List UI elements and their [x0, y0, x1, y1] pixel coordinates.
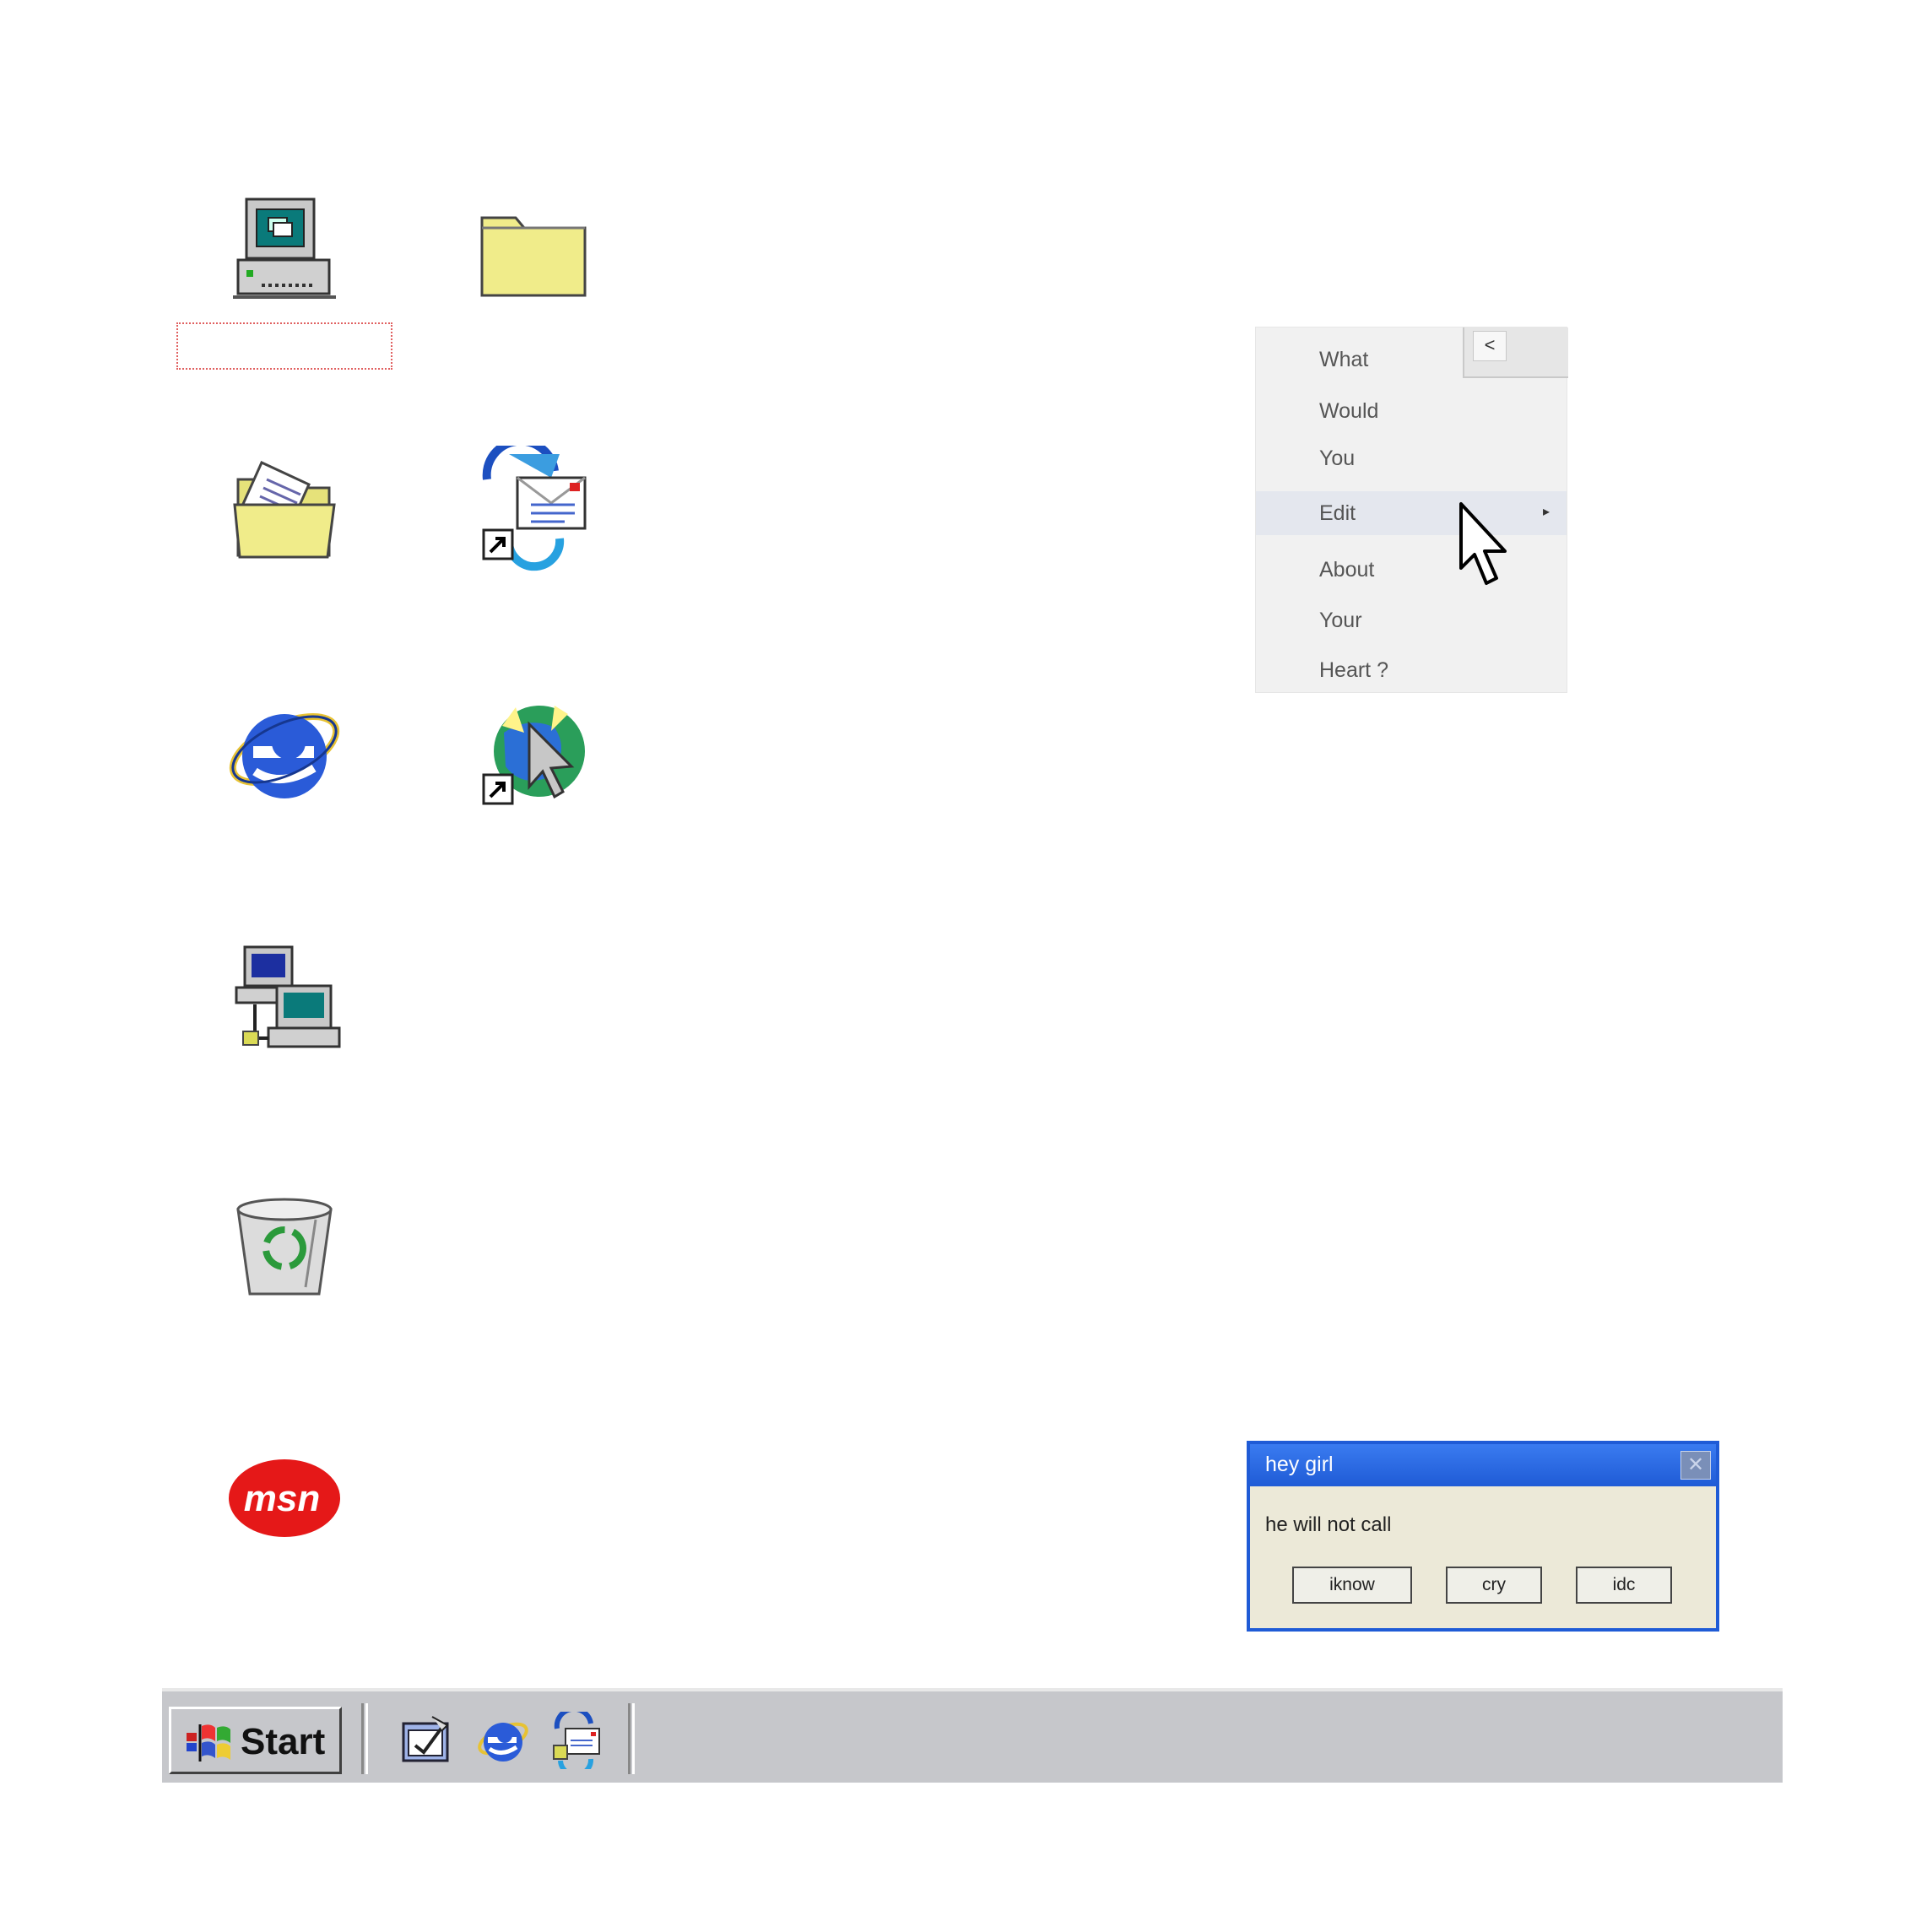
msn-icon[interactable]: msn	[221, 1435, 348, 1561]
menu-item-your[interactable]: Your	[1256, 598, 1567, 642]
menu-item-label: About	[1319, 558, 1375, 582]
menu-item-heart[interactable]: Heart ?	[1256, 648, 1567, 692]
taskbar-divider	[361, 1703, 368, 1774]
idc-button[interactable]: idc	[1576, 1567, 1672, 1604]
my-documents-icon[interactable]	[221, 446, 348, 572]
dialog-title: hey girl	[1265, 1453, 1334, 1476]
cry-button[interactable]: cry	[1446, 1567, 1542, 1604]
my-computer-icon[interactable]	[221, 192, 348, 319]
menu-item-you[interactable]: You	[1256, 436, 1567, 480]
selected-icon-label-outline	[176, 322, 392, 370]
iknow-button[interactable]: iknow	[1292, 1567, 1412, 1604]
svg-text:msn: msn	[244, 1478, 320, 1519]
mouse-cursor-icon	[1458, 501, 1508, 593]
internet-explorer-icon[interactable]	[474, 1712, 532, 1769]
menu-item-label: You	[1319, 446, 1356, 470]
menu-item-label: Your	[1319, 609, 1362, 632]
outlook-express-icon[interactable]	[549, 1712, 606, 1769]
menu-item-label: Edit	[1319, 501, 1356, 525]
menu-item-about[interactable]: About	[1256, 548, 1567, 592]
windows-logo-icon	[187, 1724, 230, 1762]
folder-icon[interactable]	[470, 192, 597, 319]
connect-to-internet-shortcut-icon[interactable]	[470, 690, 597, 817]
recycle-bin-icon[interactable]	[221, 1186, 348, 1312]
submenu-arrow-icon: ▸	[1543, 505, 1550, 519]
menu-item-label: Would	[1319, 399, 1379, 423]
network-neighborhood-icon[interactable]	[221, 939, 348, 1065]
start-button[interactable]: Start	[169, 1707, 342, 1774]
dialog-titlebar[interactable]: hey girl ✕	[1250, 1444, 1716, 1486]
menu-item-label: What	[1319, 348, 1369, 371]
dialog-message: he will not call	[1265, 1513, 1392, 1536]
start-label: Start	[241, 1721, 326, 1762]
context-menu: < What Would You Edit ▸ About Your Heart…	[1255, 327, 1568, 693]
menu-item-edit[interactable]: Edit ▸	[1256, 491, 1567, 535]
message-dialog: hey girl ✕ he will not call iknow cry id…	[1247, 1441, 1719, 1632]
menu-item-label: Heart ?	[1319, 658, 1388, 682]
menu-item-what[interactable]: What	[1256, 338, 1567, 382]
taskbar-divider	[628, 1703, 635, 1774]
outlook-express-shortcut-icon[interactable]	[470, 446, 597, 572]
show-desktop-icon[interactable]	[398, 1712, 456, 1769]
taskbar: Start	[162, 1688, 1783, 1783]
menu-item-would[interactable]: Would	[1256, 389, 1567, 433]
close-button[interactable]: ✕	[1680, 1451, 1711, 1480]
internet-explorer-icon[interactable]	[221, 690, 348, 817]
